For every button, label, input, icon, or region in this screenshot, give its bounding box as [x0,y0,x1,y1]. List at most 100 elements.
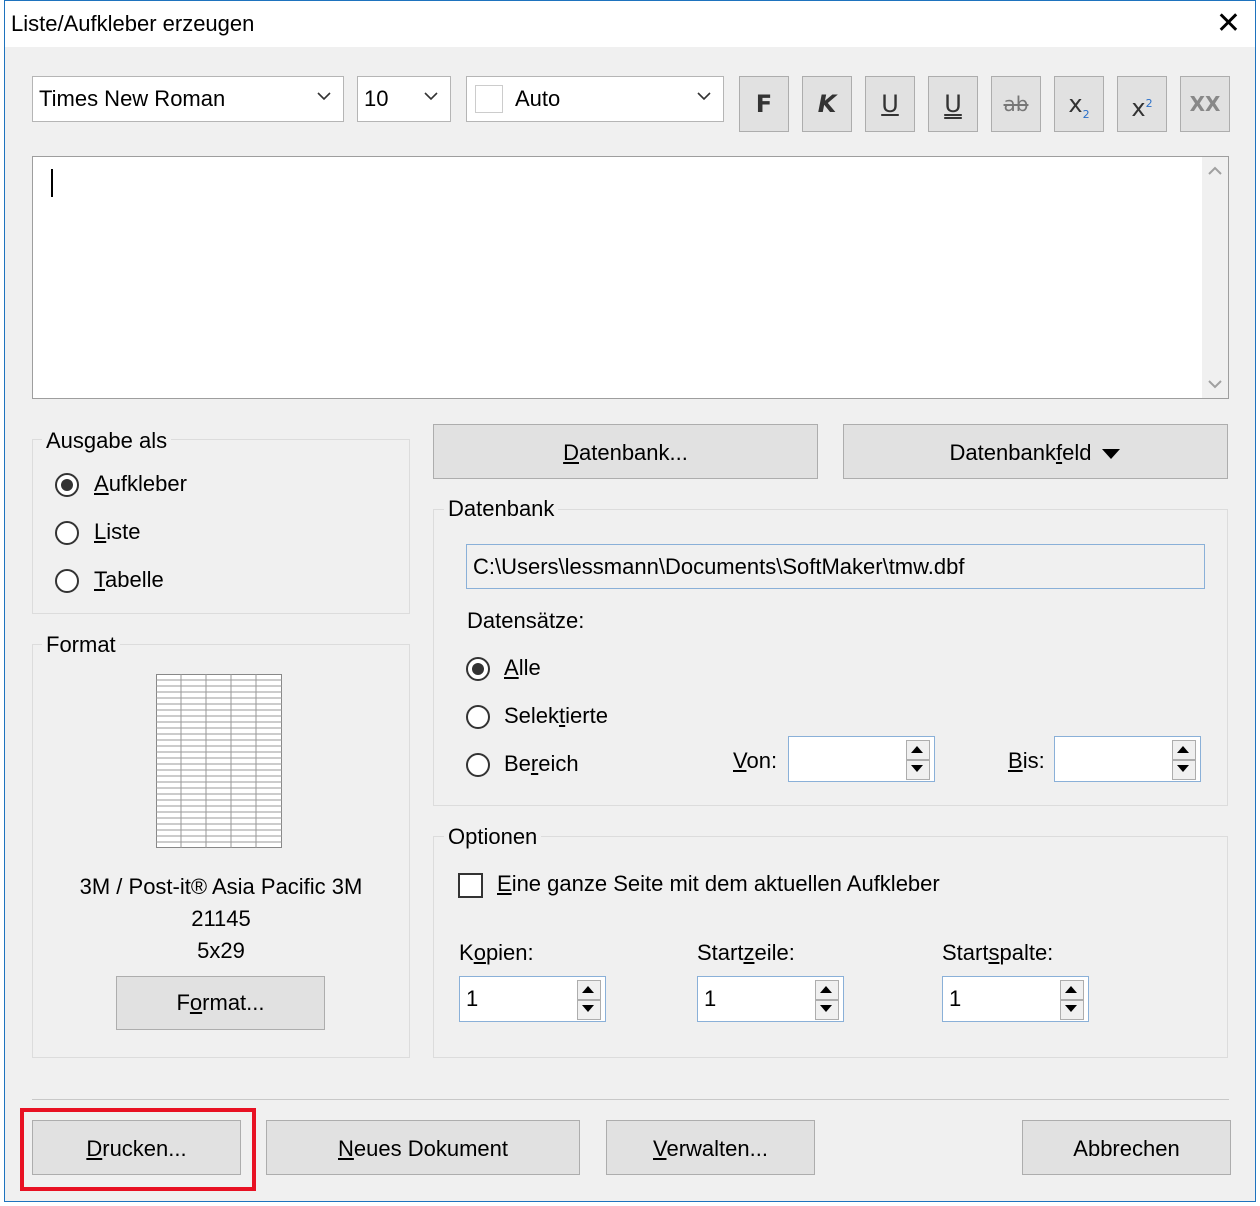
format-line-3: 5x29 [197,938,245,963]
verwalten-button[interactable]: Verwalten... [606,1120,815,1175]
datenbank-button[interactable]: Datenbank... [433,424,818,479]
color-swatch [475,85,503,113]
size-combo[interactable]: 10 [357,76,451,122]
scroll-down-icon[interactable] [1206,376,1224,392]
radio-dot [61,479,73,491]
checkbox-box [458,873,483,898]
format-line-1: 3M / Post-it® Asia Pacific 3M [79,874,363,899]
radio-circle [466,705,490,729]
superscript-label: x [1131,94,1146,122]
von-spinbox[interactable] [788,736,935,782]
datenbankfeld-button[interactable]: Datenbankfeld [843,424,1228,479]
chevron-down-icon [424,92,438,101]
radio-label: Aufkleber [94,471,187,496]
startspalte-value: 1 [949,986,962,1011]
von-label: Von: [733,748,778,773]
datenbank-label: Datenbank [444,496,559,522]
scroll-up-icon[interactable] [1206,163,1224,179]
radio-circle [55,473,79,497]
bis-down-button[interactable] [1172,760,1196,780]
radio-circle [466,657,490,681]
ausgabe-label: Ausgabe als [42,428,172,454]
optionen-group [433,836,1228,1058]
superscript-button[interactable]: x2 [1117,76,1167,132]
ausgabe-group [32,439,410,614]
size-value: 10 [364,86,389,111]
radio-circle [55,569,79,593]
datensaetze-label: Datensätze: [467,608,585,633]
drucken-button[interactable]: Drucken... [32,1120,241,1175]
close-icon[interactable]: ✕ [1216,7,1241,41]
arrow-down-icon [1177,765,1189,772]
startspalte-up-button[interactable] [1060,980,1084,1000]
label-text-area[interactable] [32,156,1229,399]
arrow-down-icon [582,1005,594,1012]
optionen-label: Optionen [444,824,542,850]
double-underline-button[interactable]: U [928,76,978,132]
startzeile-label: Startzeile: [697,940,795,965]
radio-label: Tabelle [94,567,164,592]
subscript-mark-icon: 2 [1082,107,1090,121]
kopien-spinbox[interactable]: 1 [459,976,606,1022]
superscript-mark-icon: 2 [1145,97,1153,110]
radio-label: Selektierte [504,703,608,728]
database-path-field[interactable]: C:\Users\lessmann\Documents\SoftMaker\tm… [466,544,1205,589]
startspalte-down-button[interactable] [1060,1000,1084,1020]
arrow-up-icon [911,746,923,753]
radio-label: Alle [504,655,541,680]
arrow-up-icon [820,986,832,993]
von-down-button[interactable] [906,760,930,780]
checkbox-label: Eine ganze Seite mit dem aktuellen Aufkl… [497,871,940,896]
caps-button[interactable]: XX [1180,76,1230,132]
window-title: Liste/Aufkleber erzeugen [11,11,255,36]
dropdown-arrow-icon [1102,449,1121,460]
neues-dokument-button[interactable]: Neues Dokument [266,1120,580,1175]
radio-circle [466,753,490,777]
bis-up-button[interactable] [1172,740,1196,760]
format-line-2: 21145 [191,906,251,931]
radio-label: Bereich [504,751,579,776]
kopien-label: Kopien: [459,940,534,965]
subscript-label: x [1068,90,1083,118]
kopien-up-button[interactable] [577,980,601,1000]
color-value: Auto [515,86,561,111]
arrow-down-icon [820,1005,832,1012]
startzeile-spinbox[interactable]: 1 [697,976,844,1022]
bis-spinbox[interactable] [1054,736,1201,782]
arrow-down-icon [911,765,923,772]
arrow-down-icon [1065,1005,1077,1012]
arrow-up-icon [1065,986,1077,993]
radio-label: Liste [94,519,141,544]
font-value: Times New Roman [39,86,226,111]
kopien-value: 1 [466,986,479,1011]
format-label: Format [42,632,120,658]
radio-dot [472,663,484,675]
von-up-button[interactable] [906,740,930,760]
subscript-button[interactable]: x2 [1054,76,1104,132]
title-bar: Liste/Aufkleber erzeugen ✕ [5,1,1255,47]
format-button[interactable]: Format... [116,976,325,1030]
startspalte-label: Startspalte: [942,940,1054,965]
strikethrough-button[interactable]: ab [991,76,1041,132]
bold-button[interactable]: F [739,76,789,132]
label-sheet-preview-icon [156,674,282,848]
abbrechen-button[interactable]: Abbrechen [1022,1120,1231,1175]
color-combo[interactable]: Auto [466,76,724,122]
text-cursor [51,169,53,197]
database-path-text: C:\Users\lessmann\Documents\SoftMaker\tm… [473,554,965,579]
startzeile-value: 1 [704,986,717,1011]
arrow-up-icon [1177,746,1189,753]
underline-button[interactable]: U [865,76,915,132]
arrow-up-icon [582,986,594,993]
radio-circle [55,521,79,545]
bis-label: Bis: [1008,748,1045,773]
italic-button[interactable]: K [802,76,852,132]
chevron-down-icon [697,92,711,101]
font-combo[interactable]: Times New Roman [32,76,344,122]
vertical-scrollbar[interactable] [1202,157,1228,398]
dialog-window: Liste/Aufkleber erzeugen ✕ Times New Rom… [4,0,1256,1202]
kopien-down-button[interactable] [577,1000,601,1020]
startzeile-down-button[interactable] [815,1000,839,1020]
startzeile-up-button[interactable] [815,980,839,1000]
startspalte-spinbox[interactable]: 1 [942,976,1089,1022]
